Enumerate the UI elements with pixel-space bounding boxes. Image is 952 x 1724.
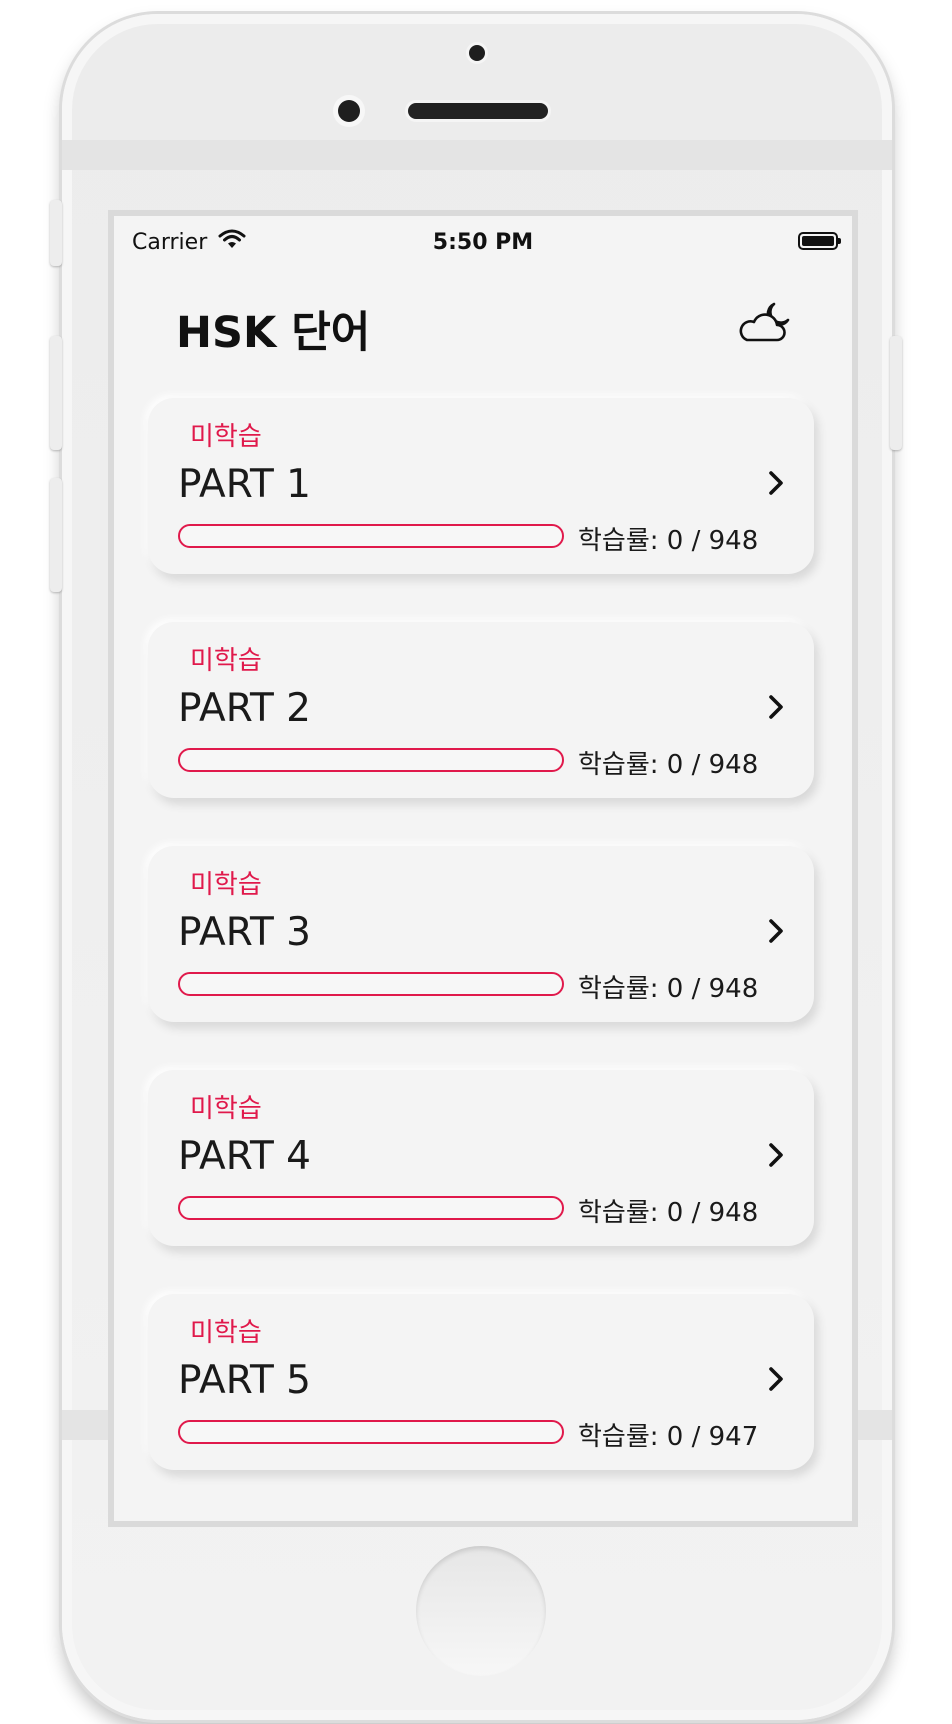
progress-bar [178, 1420, 564, 1444]
part-card-2[interactable]: 미학습 PART 2 학습률: 0 / 948 [148, 622, 814, 798]
part-list: 미학습 PART 1 학습률: 0 / 948 미학습 PART 2 학습률: … [148, 398, 814, 1518]
mute-switch [50, 200, 62, 266]
progress-label: 학습률: 0 / 948 [578, 526, 759, 556]
progress-bar [178, 748, 564, 772]
progress-label: 학습률: 0 / 948 [578, 974, 759, 1004]
part-card-5[interactable]: 미학습 PART 5 학습률: 0 / 947 [148, 1294, 814, 1470]
volume-down-button [50, 478, 62, 592]
study-status-label: 미학습 [190, 422, 262, 452]
app-screen: Carrier 5:50 PM HSK 단어 미학습 PART 1 학습률: 0… [108, 210, 858, 1527]
progress-label: 학습률: 0 / 948 [578, 1198, 759, 1228]
volume-up-button [50, 336, 62, 450]
proximity-sensor [469, 45, 485, 61]
part-title: PART 5 [178, 1358, 311, 1403]
progress-bar [178, 1196, 564, 1220]
progress-bar [178, 972, 564, 996]
power-button [890, 336, 902, 450]
battery-icon [798, 232, 841, 250]
part-card-3[interactable]: 미학습 PART 3 학습률: 0 / 948 [148, 846, 814, 1022]
study-status-label: 미학습 [190, 870, 262, 900]
chevron-right-icon [769, 1143, 783, 1167]
part-title: PART 4 [178, 1134, 311, 1179]
antenna-band [62, 140, 892, 170]
part-title: PART 1 [178, 462, 311, 507]
part-card-4[interactable]: 미학습 PART 4 학습률: 0 / 948 [148, 1070, 814, 1246]
chevron-right-icon [769, 471, 783, 495]
earpiece-speaker [408, 103, 548, 119]
status-time: 5:50 PM [432, 230, 534, 255]
study-status-label: 미학습 [190, 1094, 262, 1124]
chevron-right-icon [769, 1367, 783, 1391]
front-camera [338, 100, 360, 122]
progress-bar [178, 524, 564, 548]
status-bar: Carrier 5:50 PM [114, 216, 852, 260]
progress-label: 학습률: 0 / 948 [578, 750, 759, 780]
part-card-1[interactable]: 미학습 PART 1 학습률: 0 / 948 [148, 398, 814, 574]
cloud-moon-icon[interactable] [734, 300, 792, 346]
chevron-right-icon [769, 919, 783, 943]
progress-label: 학습률: 0 / 947 [578, 1422, 759, 1452]
page-title: HSK 단어 [176, 308, 371, 358]
part-title: PART 3 [178, 910, 311, 955]
part-title: PART 2 [178, 686, 311, 731]
chevron-right-icon [769, 695, 783, 719]
home-button[interactable] [416, 1546, 546, 1676]
study-status-label: 미학습 [190, 646, 262, 676]
study-status-label: 미학습 [190, 1318, 262, 1348]
